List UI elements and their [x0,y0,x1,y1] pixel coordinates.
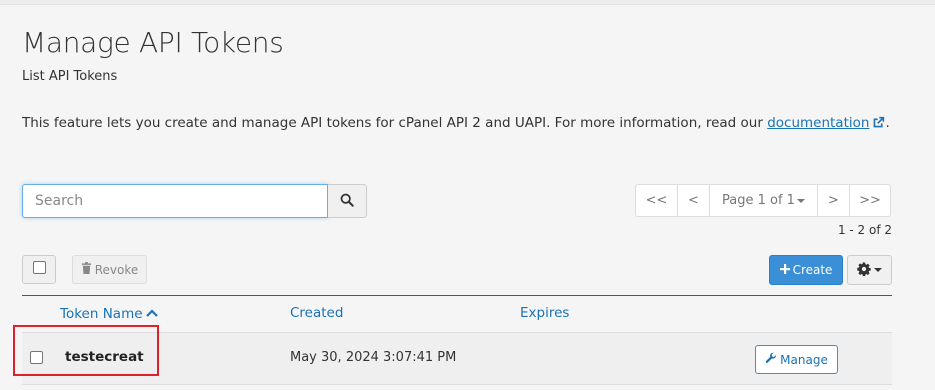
column-label: Token Name [60,306,143,322]
documentation-link[interactable]: documentation [767,115,869,131]
column-header-token-name[interactable]: Token Name [60,305,158,322]
chevron-down-icon [796,198,805,203]
top-bar [0,0,935,5]
search-icon [340,192,354,211]
external-link-icon[interactable] [872,116,885,133]
chevron-down-icon [874,268,882,272]
search-group [22,184,367,218]
trash-icon [81,262,92,277]
table-header-divider [22,295,892,296]
gear-icon [857,261,871,280]
manage-button[interactable]: Manage [755,345,838,374]
sort-up-icon [145,305,158,321]
pagination: << < Page 1 of 1 > >> [635,184,891,217]
page-description: This feature lets you create and manage … [22,115,890,133]
create-label: Create [792,263,833,277]
create-button[interactable]: Create [769,255,843,285]
select-all-checkbox[interactable] [32,261,46,274]
description-end: . [885,115,890,131]
page-title: Manage API Tokens [22,26,284,59]
page-select[interactable]: Page 1 of 1 [710,185,818,216]
result-count: 1 - 2 of 2 [837,223,892,237]
description-text: This feature lets you create and manage … [22,115,768,131]
created-cell: May 30, 2024 3:07:41 PM [290,350,457,365]
plus-icon [779,263,790,277]
column-header-created[interactable]: Created [290,305,343,321]
settings-button[interactable] [847,255,892,285]
last-page-button[interactable]: >> [850,185,890,216]
highlight-box [13,325,159,376]
next-page-button[interactable]: > [818,185,850,216]
search-input[interactable] [22,184,328,218]
column-header-expires[interactable]: Expires [520,305,569,321]
search-button[interactable] [328,184,367,218]
prev-page-button[interactable]: < [678,185,710,216]
page-subtitle: List API Tokens [22,69,118,84]
revoke-label: Revoke [94,262,139,277]
first-page-button[interactable]: << [636,185,678,216]
page-label: Page 1 of 1 [722,193,795,208]
wrench-icon [765,352,777,367]
manage-label: Manage [780,352,828,367]
select-all-button[interactable] [22,255,56,284]
revoke-button[interactable]: Revoke [72,255,147,284]
